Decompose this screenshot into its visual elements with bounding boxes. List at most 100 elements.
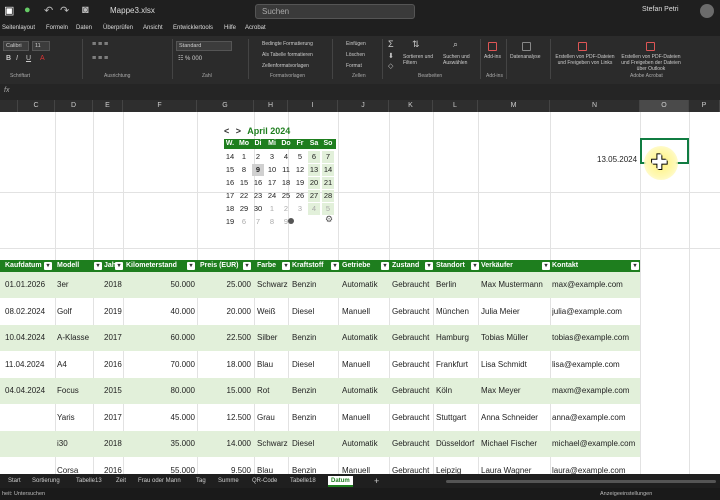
filter-dropdown-icon[interactable]: ▾ <box>542 262 550 270</box>
table-row[interactable]: 11.04.2024 A4 2016 70.000 18.000 Blau Diesel Ma… <box>0 352 640 378</box>
table-row[interactable]: 08.02.2024 Golf 2019 40.000 20.000 Weiß Diesel… <box>0 299 640 325</box>
calendar-day[interactable]: 26 <box>294 190 306 202</box>
table-cell[interactable]: Benzin <box>292 405 340 431</box>
pdf-create-button[interactable]: Erstellen von PDF-Dateien und Freigeben … <box>554 54 616 66</box>
table-header-cell[interactable]: Kaufdatum ▾ <box>5 260 53 272</box>
select-all-corner[interactable] <box>0 100 18 112</box>
sort-filter-icon[interactable]: ⇅ <box>412 40 420 49</box>
col-header[interactable]: N <box>550 100 640 112</box>
table-cell[interactable]: Silber <box>257 325 291 351</box>
calendar-day[interactable]: 10 <box>266 164 278 176</box>
table-cell[interactable]: Anna Schneider <box>481 405 551 431</box>
table-cell[interactable] <box>5 405 53 431</box>
find-icon[interactable]: ⌕ <box>453 40 458 49</box>
table-cell[interactable]: Diesel <box>292 431 340 457</box>
sheet-tab[interactable]: Frau oder Mann <box>138 476 181 487</box>
data-analysis-button[interactable]: Datenanalyse <box>510 54 541 60</box>
table-cell[interactable]: A4 <box>57 352 103 378</box>
calendar-day[interactable]: 4 <box>280 151 292 163</box>
table-header-cell[interactable]: Verkäufer ▾ <box>481 260 551 272</box>
table-cell[interactable]: 40.000 <box>123 299 195 325</box>
col-header[interactable]: C <box>18 100 55 112</box>
table-cell[interactable]: Düsseldorf <box>436 431 480 457</box>
col-header[interactable]: M <box>478 100 550 112</box>
table-cell[interactable]: 80.000 <box>123 378 195 404</box>
table-cell[interactable]: Lisa Schmidt <box>481 352 551 378</box>
camera-icon[interactable]: ◙ <box>82 4 89 16</box>
table-header-cell[interactable]: Kontakt ▾ <box>552 260 640 272</box>
table-cell[interactable]: Gebraucht <box>392 431 434 457</box>
font-size-select[interactable]: 11 <box>32 41 50 51</box>
filter-dropdown-icon[interactable]: ▾ <box>243 262 251 270</box>
table-cell[interactable]: 2019 <box>104 299 124 325</box>
table-cell[interactable]: Michael Fischer <box>481 431 551 457</box>
pdf-icon[interactable] <box>578 42 587 51</box>
menu-daten[interactable]: Daten <box>76 25 92 31</box>
table-cell[interactable]: Julia Meier <box>481 299 551 325</box>
table-cell[interactable]: max@example.com <box>552 272 638 298</box>
calendar-day[interactable]: 4 <box>308 203 320 215</box>
table-cell[interactable]: 2018 <box>104 431 124 457</box>
calendar-day[interactable]: 20 <box>308 177 320 189</box>
filter-dropdown-icon[interactable]: ▾ <box>94 262 102 270</box>
menu-formeln[interactable]: Formeln <box>46 25 68 31</box>
table-cell[interactable]: 35.000 <box>123 431 195 457</box>
table-cell[interactable]: michael@example.com <box>552 431 638 457</box>
calendar-day[interactable]: 6 <box>238 216 250 228</box>
table-cell[interactable]: Berlin <box>436 272 480 298</box>
filter-dropdown-icon[interactable]: ▾ <box>631 262 639 270</box>
worksheet-grid[interactable]: < > April 2024 W. Mo Di Mi Do Fr Sa So 14 1 2 3 4 5 6… <box>0 112 720 475</box>
table-cell[interactable]: Benzin <box>292 325 340 351</box>
sheet-tab[interactable]: Tabelle18 <box>290 476 316 487</box>
sheet-tab[interactable]: Tabelle13 <box>76 476 102 487</box>
table-header-cell[interactable]: Farbe ▾ <box>257 260 291 272</box>
table-cell[interactable]: A-Klasse <box>57 325 103 351</box>
calendar-day[interactable]: 2 <box>280 203 292 215</box>
table-cell[interactable]: Diesel <box>292 352 340 378</box>
table-cell[interactable]: Grau <box>257 405 291 431</box>
sheet-tab[interactable]: QR-Code <box>252 476 277 487</box>
addins-button[interactable]: Add-ins <box>484 54 504 60</box>
search-input[interactable]: Suchen <box>255 4 415 19</box>
align-bottom-icon[interactable]: ≡ ≡ ≡ <box>92 55 108 62</box>
table-cell[interactable]: Gebraucht <box>392 325 434 351</box>
table-cell[interactable]: Schwarz <box>257 431 291 457</box>
filter-dropdown-icon[interactable]: ▾ <box>115 262 123 270</box>
table-cell[interactable]: Automatik <box>342 378 390 404</box>
filter-dropdown-icon[interactable]: ▾ <box>44 262 52 270</box>
horizontal-scrollbar[interactable] <box>446 480 716 483</box>
menu-hilfe[interactable]: Hilfe <box>224 25 236 31</box>
table-cell[interactable]: Automatik <box>342 431 390 457</box>
col-header[interactable]: K <box>389 100 433 112</box>
find-select-button[interactable]: Suchen und Auswählen <box>443 54 479 66</box>
formula-bar[interactable]: fx <box>0 84 720 100</box>
table-cell[interactable]: Manuell <box>342 352 390 378</box>
col-header[interactable]: E <box>93 100 123 112</box>
calendar-day[interactable]: 21 <box>322 177 334 189</box>
calendar-day[interactable]: 19 <box>294 177 306 189</box>
calendar-day[interactable]: 17 <box>266 177 278 189</box>
avatar[interactable] <box>700 4 714 18</box>
table-cell[interactable]: Köln <box>436 378 480 404</box>
table-cell[interactable]: 15.000 <box>197 378 251 404</box>
table-cell[interactable]: 18.000 <box>197 352 251 378</box>
table-cell[interactable]: julia@example.com <box>552 299 638 325</box>
table-header-cell[interactable]: Getriebe ▾ <box>342 260 390 272</box>
number-format-select[interactable]: Standard <box>176 41 232 51</box>
calendar-day[interactable]: 3 <box>266 151 278 163</box>
calendar-day[interactable]: 13 <box>308 164 320 176</box>
sort-filter-button[interactable]: Sortieren und Filtern <box>403 54 439 66</box>
pdf-outlook-button[interactable]: Erstellen von PDF-Dateien und Freigeben … <box>618 54 684 72</box>
cell-styles-button[interactable]: Zellenformatvorlagen <box>262 63 309 69</box>
fill-icon[interactable]: ⬇ <box>388 53 394 60</box>
col-header[interactable]: G <box>197 100 254 112</box>
col-header[interactable]: F <box>123 100 197 112</box>
table-cell[interactable]: Automatik <box>342 272 390 298</box>
display-settings-button[interactable]: Anzeigeeinstellungen <box>600 491 652 497</box>
table-cell[interactable]: 50.000 <box>123 272 195 298</box>
add-sheet-icon[interactable]: + <box>374 476 379 487</box>
filter-dropdown-icon[interactable]: ▾ <box>425 262 433 270</box>
table-cell[interactable]: 11.04.2024 <box>5 352 53 378</box>
table-cell[interactable]: Gebraucht <box>392 299 434 325</box>
table-row[interactable]: 01.01.2026 3er 2018 50.000 25.000 Schwarz Benz… <box>0 272 640 298</box>
